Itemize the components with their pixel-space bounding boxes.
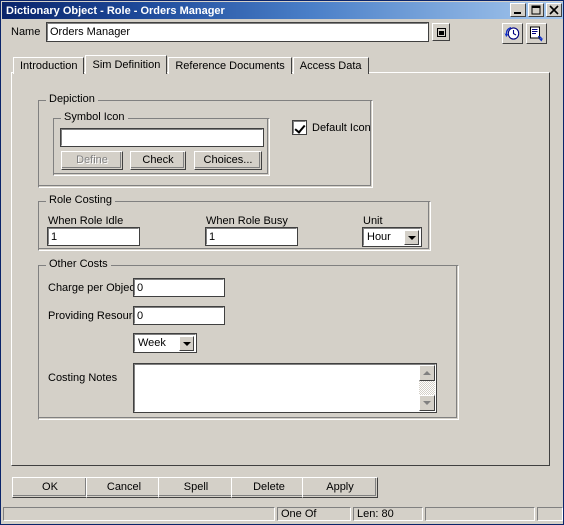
- window-title: Dictionary Object - Role - Orders Manage…: [6, 4, 225, 17]
- charge-per-object-label: Charge per Object: [48, 282, 138, 294]
- apply-button[interactable]: Apply: [302, 477, 378, 498]
- other-costs-group-title: Other Costs: [46, 259, 111, 270]
- title-bar: Dictionary Object - Role - Orders Manage…: [2, 2, 563, 19]
- scroll-down-icon[interactable]: [419, 395, 435, 411]
- dialog-button-bar: OK Cancel Spell Delete Apply: [1, 475, 563, 502]
- close-button[interactable]: [546, 3, 562, 17]
- period-dropdown-value: Week: [138, 337, 166, 349]
- tab-sim-definition[interactable]: Sim Definition: [85, 55, 168, 74]
- tab-access-data[interactable]: Access Data: [292, 57, 369, 74]
- depiction-group: Depiction Symbol Icon Define Check Choic…: [38, 94, 373, 188]
- history-clock-icon-button[interactable]: [502, 23, 523, 44]
- providing-resource-input[interactable]: [133, 306, 225, 325]
- minimize-button[interactable]: [510, 3, 526, 17]
- window-controls: [510, 3, 562, 17]
- chevron-down-icon[interactable]: [179, 336, 194, 351]
- role-costing-group: Role Costing When Role Idle When Role Bu…: [38, 195, 431, 251]
- choices-button[interactable]: Choices...: [194, 151, 262, 170]
- delete-button[interactable]: Delete: [231, 477, 307, 498]
- status-pane-5: [537, 507, 563, 521]
- costing-notes-scrollbar[interactable]: [419, 365, 435, 411]
- document-export-icon-button[interactable]: [526, 23, 547, 44]
- unit-dropdown[interactable]: Hour: [362, 227, 422, 247]
- when-role-busy-label: When Role Busy: [206, 215, 288, 227]
- unit-dropdown-value: Hour: [367, 231, 391, 243]
- status-bar: One Of Len: 80: [2, 505, 563, 523]
- period-dropdown[interactable]: Week: [133, 333, 197, 353]
- chevron-down-icon[interactable]: [404, 230, 419, 245]
- tab-panel-sim-definition: Depiction Symbol Icon Define Check Choic…: [11, 72, 550, 466]
- maximize-button[interactable]: [528, 3, 544, 17]
- symbol-icon-group-title: Symbol Icon: [61, 112, 128, 123]
- status-pane-4: [425, 507, 535, 521]
- default-icon-checkbox-row[interactable]: Default Icon: [292, 120, 371, 135]
- providing-resource-label: Providing Resource: [48, 310, 144, 322]
- costing-notes-box: [133, 363, 437, 413]
- ok-button[interactable]: OK: [12, 477, 88, 498]
- scroll-up-icon[interactable]: [419, 365, 435, 381]
- default-icon-checkbox[interactable]: [292, 120, 307, 135]
- define-button[interactable]: Define: [61, 151, 123, 170]
- when-role-busy-input[interactable]: [205, 227, 298, 246]
- document-export-icon: [530, 26, 544, 42]
- symbol-icon-group: Symbol Icon Define Check Choices...: [53, 112, 270, 176]
- role-costing-group-title: Role Costing: [46, 195, 115, 206]
- tab-introduction[interactable]: Introduction: [13, 57, 85, 74]
- unit-label: Unit: [363, 215, 383, 227]
- name-input[interactable]: [46, 22, 429, 42]
- other-costs-group: Other Costs Charge per Object Providing …: [38, 259, 459, 420]
- default-icon-label: Default Icon: [312, 121, 371, 134]
- spell-button[interactable]: Spell: [158, 477, 234, 498]
- status-pane-1: [3, 507, 275, 521]
- check-button[interactable]: Check: [130, 151, 186, 170]
- costing-notes-label: Costing Notes: [48, 372, 118, 384]
- status-pane-length: Len: 80: [353, 507, 423, 521]
- tab-strip: Introduction Sim Definition Reference Do…: [13, 55, 370, 74]
- dialog-window: Dictionary Object - Role - Orders Manage…: [0, 0, 564, 525]
- cancel-button[interactable]: Cancel: [86, 477, 162, 498]
- when-role-idle-label: When Role Idle: [48, 215, 124, 227]
- history-clock-icon: [504, 27, 520, 40]
- when-role-idle-input[interactable]: [47, 227, 140, 246]
- tab-reference-documents[interactable]: Reference Documents: [168, 57, 292, 74]
- scroll-track[interactable]: [419, 381, 435, 395]
- status-pane-one-of: One Of: [277, 507, 351, 521]
- name-label: Name: [11, 26, 41, 38]
- picker-glyph-icon: [436, 27, 446, 37]
- symbol-icon-input[interactable]: [60, 128, 264, 147]
- name-picker-button[interactable]: [432, 23, 450, 41]
- costing-notes-input[interactable]: [135, 365, 418, 411]
- depiction-group-title: Depiction: [46, 94, 98, 105]
- charge-per-object-input[interactable]: [133, 278, 225, 297]
- name-row: Name: [2, 20, 563, 46]
